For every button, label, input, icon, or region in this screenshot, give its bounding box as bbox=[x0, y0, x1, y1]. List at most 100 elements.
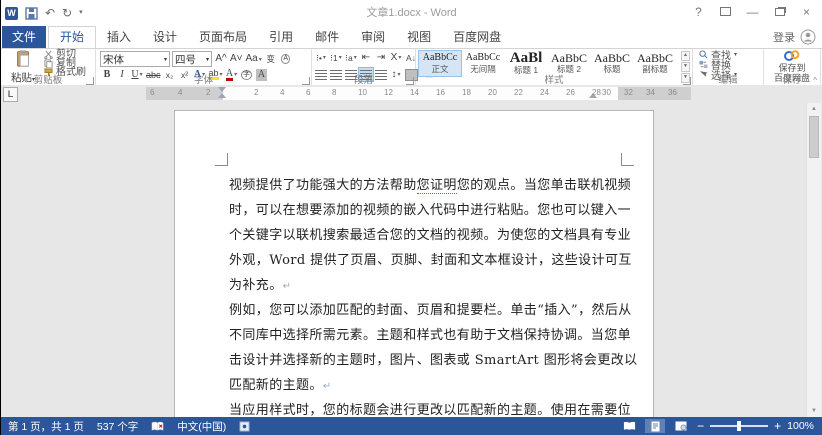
restore-button[interactable] bbox=[766, 0, 793, 24]
tab-百度网盘[interactable]: 百度网盘 bbox=[442, 26, 512, 48]
language-indicator[interactable]: 中文(中国) bbox=[177, 419, 226, 434]
tab-开始[interactable]: 开始 bbox=[48, 26, 96, 48]
zoom-out-button[interactable]: − bbox=[697, 419, 704, 433]
asian-layout-dropdown-icon: ▾ bbox=[398, 54, 401, 61]
bullets-button[interactable]: ⁝•▾ bbox=[314, 51, 328, 64]
macro-record-icon[interactable] bbox=[239, 421, 250, 432]
tab-邮件[interactable]: 邮件 bbox=[304, 26, 350, 48]
first-line-indent-marker[interactable] bbox=[218, 87, 226, 92]
zoom-in-button[interactable]: + bbox=[774, 419, 781, 433]
multilevel-list-button[interactable]: ⁝a▾ bbox=[344, 51, 358, 64]
text-line: 击设计并选择新的主题时，图片、图表或 SmartArt 图形将会更改以 bbox=[229, 348, 623, 373]
scroll-up-icon[interactable]: ▲ bbox=[807, 103, 821, 115]
ruler-number: 16 bbox=[436, 88, 445, 97]
increase-indent-button[interactable]: ⇥ bbox=[374, 51, 388, 64]
ribbon-tabs: 开始插入设计页面布局引用邮件审阅视图百度网盘 bbox=[48, 26, 512, 48]
bullets-dropdown-icon: ▾ bbox=[323, 54, 326, 61]
ruler-number: 8 bbox=[332, 88, 336, 97]
phonetic-guide-icon: 变 bbox=[267, 53, 276, 65]
ruler-number: 34 bbox=[646, 88, 655, 97]
paragraph-dialog-launcher-icon[interactable] bbox=[406, 77, 414, 85]
find-icon bbox=[699, 50, 708, 59]
print-layout-button[interactable] bbox=[645, 419, 665, 433]
tab-selector-button[interactable]: L bbox=[3, 87, 18, 102]
style-scroll-down-icon[interactable]: ▼ bbox=[681, 62, 690, 72]
phonetic-guide-button[interactable]: 变 bbox=[264, 53, 278, 66]
style-scroll-up-icon[interactable]: ▲ bbox=[681, 51, 690, 61]
character-border-button[interactable]: A bbox=[279, 53, 293, 66]
document-page[interactable]: 视频提供了功能强大的方法帮助您证明您的观点。当您单击联机视频时，可以在想要添加的… bbox=[174, 110, 654, 417]
zoom-slider-thumb[interactable] bbox=[737, 421, 741, 431]
web-layout-button[interactable] bbox=[671, 419, 691, 433]
shrink-font-button[interactable]: A˅ bbox=[229, 53, 244, 66]
document-text[interactable]: 视频提供了功能强大的方法帮助您证明您的观点。当您单击联机视频时，可以在想要添加的… bbox=[229, 173, 623, 417]
tab-审阅[interactable]: 审阅 bbox=[350, 26, 396, 48]
decrease-indent-icon: ⇤ bbox=[362, 52, 370, 64]
hanging-indent-marker[interactable] bbox=[218, 93, 226, 98]
text-segment: 击设计并选择新的主题时，图片、图表或 SmartArt 图形将会更改以 bbox=[229, 353, 638, 368]
scrollbar-thumb[interactable] bbox=[809, 116, 819, 158]
crop-mark-top-left bbox=[215, 153, 228, 166]
numbering-button[interactable]: ⁝1▾ bbox=[329, 51, 343, 64]
ribbon: 粘贴▾ 剪切 复制 格式刷 剪贴板 bbox=[1, 48, 822, 87]
clipboard-group-label: 剪贴板 bbox=[1, 72, 95, 86]
font-name-dropdown-icon: ▾ bbox=[164, 56, 167, 63]
word-count[interactable]: 537 个字 bbox=[97, 419, 138, 434]
clipboard-dialog-launcher-icon[interactable] bbox=[86, 77, 94, 85]
zoom-slider[interactable] bbox=[710, 425, 768, 427]
grow-font-button[interactable]: A^ bbox=[214, 53, 228, 66]
tab-视图[interactable]: 视图 bbox=[396, 26, 442, 48]
zoom-level[interactable]: 100% bbox=[787, 420, 814, 432]
copy-icon bbox=[44, 59, 53, 68]
change-case-icon: Aa bbox=[246, 53, 258, 65]
collapse-ribbon-icon[interactable]: ^ bbox=[813, 76, 817, 85]
font-size-value: 四号 bbox=[175, 52, 196, 67]
change-case-button[interactable]: Aa▾ bbox=[245, 53, 263, 66]
editing-group: 查找 ▾ 替换 选择 ▾ 编辑 bbox=[693, 49, 764, 86]
minimize-button[interactable]: — bbox=[739, 0, 766, 24]
spell-check-icon[interactable] bbox=[151, 421, 164, 432]
scroll-down-icon[interactable]: ▼ bbox=[807, 405, 821, 417]
close-button[interactable]: × bbox=[793, 0, 820, 24]
horizontal-ruler[interactable]: 64224681012141618202224262830323436 bbox=[146, 87, 691, 100]
style-preview: AaBbCc bbox=[462, 52, 504, 64]
font-dialog-launcher-icon[interactable] bbox=[302, 77, 310, 85]
ruler-number: 32 bbox=[624, 88, 633, 97]
ruler-number: 6 bbox=[150, 88, 154, 97]
tab-设计[interactable]: 设计 bbox=[142, 26, 188, 48]
tab-引用[interactable]: 引用 bbox=[258, 26, 304, 48]
spellcheck-underlined-text: 您证明 bbox=[417, 178, 457, 194]
ruler-number: 28 bbox=[592, 88, 601, 97]
replace-icon bbox=[699, 60, 708, 69]
text-line: 外观，Word 提供了页眉、页脚、封面和文本框设计，这些设计可互 bbox=[229, 248, 623, 273]
find-dropdown-icon: ▾ bbox=[734, 51, 737, 58]
style-preview: AaBbCc bbox=[419, 52, 461, 64]
page-info[interactable]: 第 1 页，共 1 页 bbox=[8, 419, 84, 434]
paste-icon bbox=[16, 50, 31, 67]
grow-font-icon: A^ bbox=[215, 53, 226, 65]
text-segment: 样式时，您的标题会进行更改以匹配新的主题。使用在需要位 bbox=[269, 403, 631, 417]
tab-file[interactable]: 文件 bbox=[2, 26, 46, 48]
ruler-number: 2 bbox=[206, 88, 210, 97]
decrease-indent-button[interactable]: ⇤ bbox=[359, 51, 373, 64]
multilevel-list-icon: ⁝a bbox=[345, 52, 352, 64]
help-button[interactable]: ? bbox=[685, 0, 712, 24]
styles-dialog-launcher-icon[interactable] bbox=[683, 77, 691, 85]
text-line: 视频提供了功能强大的方法帮助您证明您的观点。当您单击联机视频 bbox=[229, 173, 623, 198]
read-mode-icon bbox=[623, 421, 636, 431]
change-case-dropdown-icon: ▾ bbox=[259, 56, 262, 63]
vertical-scrollbar[interactable]: ▲ ▼ bbox=[806, 103, 821, 417]
ruler-number: 26 bbox=[566, 88, 575, 97]
asian-layout-button[interactable]: X▾ bbox=[389, 51, 403, 64]
clipboard-group: 粘贴▾ 剪切 复制 格式刷 剪贴板 bbox=[1, 49, 96, 86]
sign-in-area[interactable]: 登录 bbox=[773, 26, 816, 48]
tab-插入[interactable]: 插入 bbox=[96, 26, 142, 48]
ruler-number: 18 bbox=[462, 88, 471, 97]
text-segment: 不同库中选择所需元素。主题和样式也有助于文档保持协调。当您单 bbox=[229, 328, 631, 343]
tab-页面布局[interactable]: 页面布局 bbox=[188, 26, 258, 48]
text-line: 为补充。↵ bbox=[229, 273, 623, 298]
ribbon-display-options-button[interactable] bbox=[712, 0, 739, 24]
read-mode-button[interactable] bbox=[619, 419, 639, 433]
font-name-combo[interactable]: 宋体 ▾ bbox=[100, 51, 170, 67]
font-size-combo[interactable]: 四号 ▾ bbox=[172, 51, 212, 67]
